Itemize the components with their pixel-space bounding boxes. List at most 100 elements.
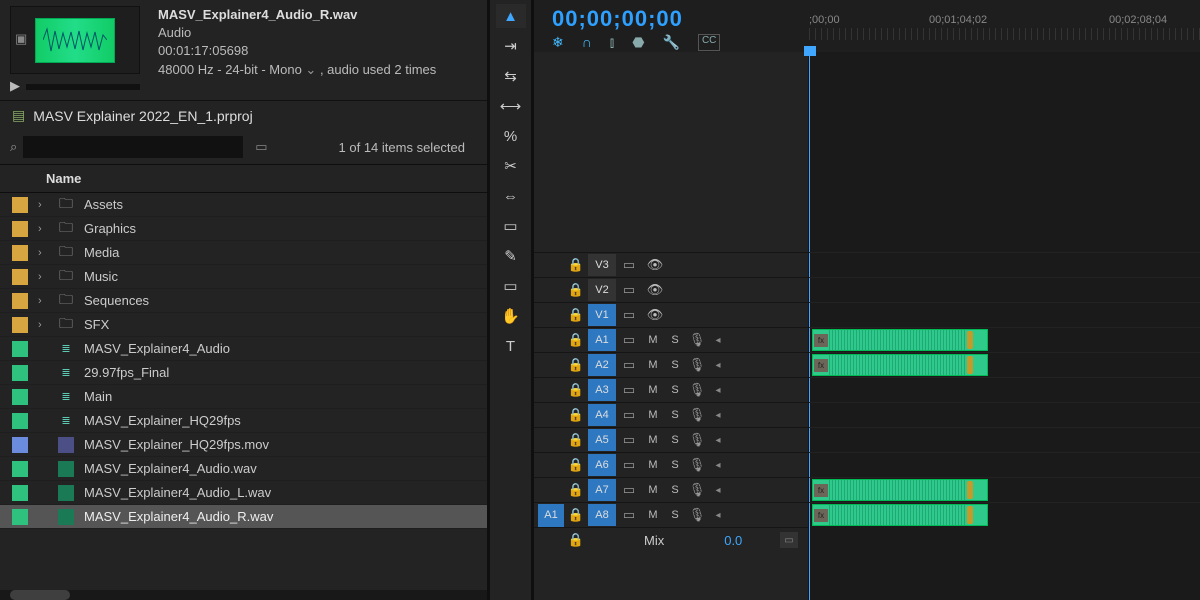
type-tool[interactable]: T [496,334,526,358]
fx-badge-icon[interactable]: fx [814,359,828,372]
label-color-swatch[interactable] [12,461,28,477]
lock-icon[interactable]: 🔒 [564,282,588,298]
solo-button[interactable]: S [664,359,686,371]
keyframe-toggle-icon[interactable]: ◂ [708,460,728,471]
source-patch[interactable] [538,304,564,327]
fx-icon[interactable]: ▭ [780,532,798,548]
chevron-down-icon[interactable]: ⌄ [305,62,320,77]
track-label[interactable]: A2 [588,354,616,376]
solo-button[interactable]: S [664,459,686,471]
expand-chevron-icon[interactable]: › [38,223,48,235]
label-color-swatch[interactable] [12,413,28,429]
play-icon[interactable]: ▶ [10,78,20,94]
sync-lock-icon[interactable]: ▭ [616,507,642,523]
fx-badge-icon[interactable]: fx [814,334,828,347]
lock-icon[interactable]: 🔒 [564,532,588,548]
video-track-lane[interactable] [809,302,1200,327]
source-patch[interactable] [538,454,564,477]
search-input[interactable] [23,136,243,158]
source-patch[interactable] [538,329,564,352]
audio-track-header[interactable]: A1🔒A8▭MS🎙◂ [534,502,808,527]
audio-track-header[interactable]: 🔒A1▭MS🎙◂ [534,327,808,352]
label-color-swatch[interactable] [12,485,28,501]
track-label[interactable]: A7 [588,479,616,501]
source-patch[interactable] [538,354,564,377]
hand-tool[interactable]: ✋ [496,304,526,328]
captions-icon[interactable]: CC [698,34,720,51]
project-item[interactable]: Main [0,385,487,409]
snap-icon[interactable]: ❄ [552,34,564,51]
project-item[interactable]: MASV_Explainer_HQ29fps.mov [0,433,487,457]
audio-track-lane[interactable] [809,377,1200,402]
eye-icon[interactable]: 👁 [642,307,668,323]
lock-icon[interactable]: 🔒 [564,482,588,498]
fx-badge-icon[interactable]: fx [814,484,828,497]
lock-icon[interactable]: 🔒 [564,257,588,273]
keyframe-toggle-icon[interactable]: ◂ [708,385,728,396]
audio-track-lane[interactable] [809,402,1200,427]
audio-track-header[interactable]: 🔒A4▭MS🎙◂ [534,402,808,427]
sync-lock-icon[interactable]: ▭ [616,432,642,448]
audio-track-header[interactable]: 🔒A5▭MS🎙◂ [534,427,808,452]
audio-track-header[interactable]: 🔒A2▭MS🎙◂ [534,352,808,377]
voiceover-icon[interactable]: 🎙 [686,407,708,423]
label-color-swatch[interactable] [12,221,28,237]
track-label[interactable]: A5 [588,429,616,451]
video-track-lane[interactable] [809,277,1200,302]
ripple-tool[interactable]: ⇆ [496,64,526,88]
add-marker-icon[interactable]: ⬣ [632,34,644,51]
rect-tool[interactable]: ▭ [496,274,526,298]
track-label[interactable]: A3 [588,379,616,401]
sync-lock-icon[interactable]: ▭ [616,407,642,423]
track-label[interactable]: A1 [588,329,616,351]
solo-button[interactable]: S [664,509,686,521]
label-color-swatch[interactable] [12,197,28,213]
marker-icon[interactable]: ⫾ [610,34,614,51]
lock-icon[interactable]: 🔒 [564,357,588,373]
audio-track-lane[interactable]: fx [809,502,1200,527]
audio-track-header[interactable]: 🔒A3▭MS🎙◂ [534,377,808,402]
pen-tool[interactable]: ✎ [496,244,526,268]
rolling-tool[interactable]: ⟷ [496,94,526,118]
audio-track-lane[interactable]: fx [809,352,1200,377]
mix-track-header[interactable]: 🔒Mix0.0▭ [534,527,808,552]
fx-badge-icon[interactable]: fx [814,509,828,522]
linked-selection-icon[interactable]: ∩ [582,34,592,51]
preview-scrubber[interactable] [26,84,140,90]
voiceover-icon[interactable]: 🎙 [686,332,708,348]
poster-frame-icon[interactable]: ▣ [15,31,27,47]
mix-value[interactable]: 0.0 [724,533,742,548]
video-track-header[interactable]: 🔒V3▭👁 [534,252,808,277]
project-item[interactable]: MASV_Explainer4_Audio [0,337,487,361]
sync-lock-icon[interactable]: ▭ [616,457,642,473]
keyframe-toggle-icon[interactable]: ◂ [708,485,728,496]
mute-button[interactable]: M [642,459,664,471]
project-item[interactable]: ›Media [0,241,487,265]
track-area[interactable]: fx fx fx fx [809,52,1200,600]
sync-lock-icon[interactable]: ▭ [616,382,642,398]
eye-icon[interactable]: 👁 [642,282,668,298]
lock-icon[interactable]: 🔒 [564,382,588,398]
video-track-lane[interactable] [809,252,1200,277]
project-item[interactable]: MASV_Explainer4_Audio.wav [0,457,487,481]
voiceover-icon[interactable]: 🎙 [686,357,708,373]
expand-chevron-icon[interactable]: › [38,199,48,211]
track-label[interactable]: V3 [588,254,616,276]
keyframe-icon[interactable] [967,506,973,524]
mute-button[interactable]: M [642,334,664,346]
label-color-swatch[interactable] [12,245,28,261]
track-label[interactable]: A6 [588,454,616,476]
label-color-swatch[interactable] [12,509,28,525]
source-patch[interactable] [538,479,564,502]
mute-button[interactable]: M [642,359,664,371]
expand-chevron-icon[interactable]: › [38,319,48,331]
horizontal-scrollbar[interactable] [0,590,487,600]
keyframe-toggle-icon[interactable]: ◂ [708,410,728,421]
expand-chevron-icon[interactable]: › [38,271,48,283]
video-track-header[interactable]: 🔒V1▭👁 [534,302,808,327]
audio-track-header[interactable]: 🔒A7▭MS🎙◂ [534,477,808,502]
voiceover-icon[interactable]: 🎙 [686,382,708,398]
keyframe-icon[interactable] [967,356,973,374]
audio-track-lane[interactable] [809,427,1200,452]
solo-button[interactable]: S [664,484,686,496]
